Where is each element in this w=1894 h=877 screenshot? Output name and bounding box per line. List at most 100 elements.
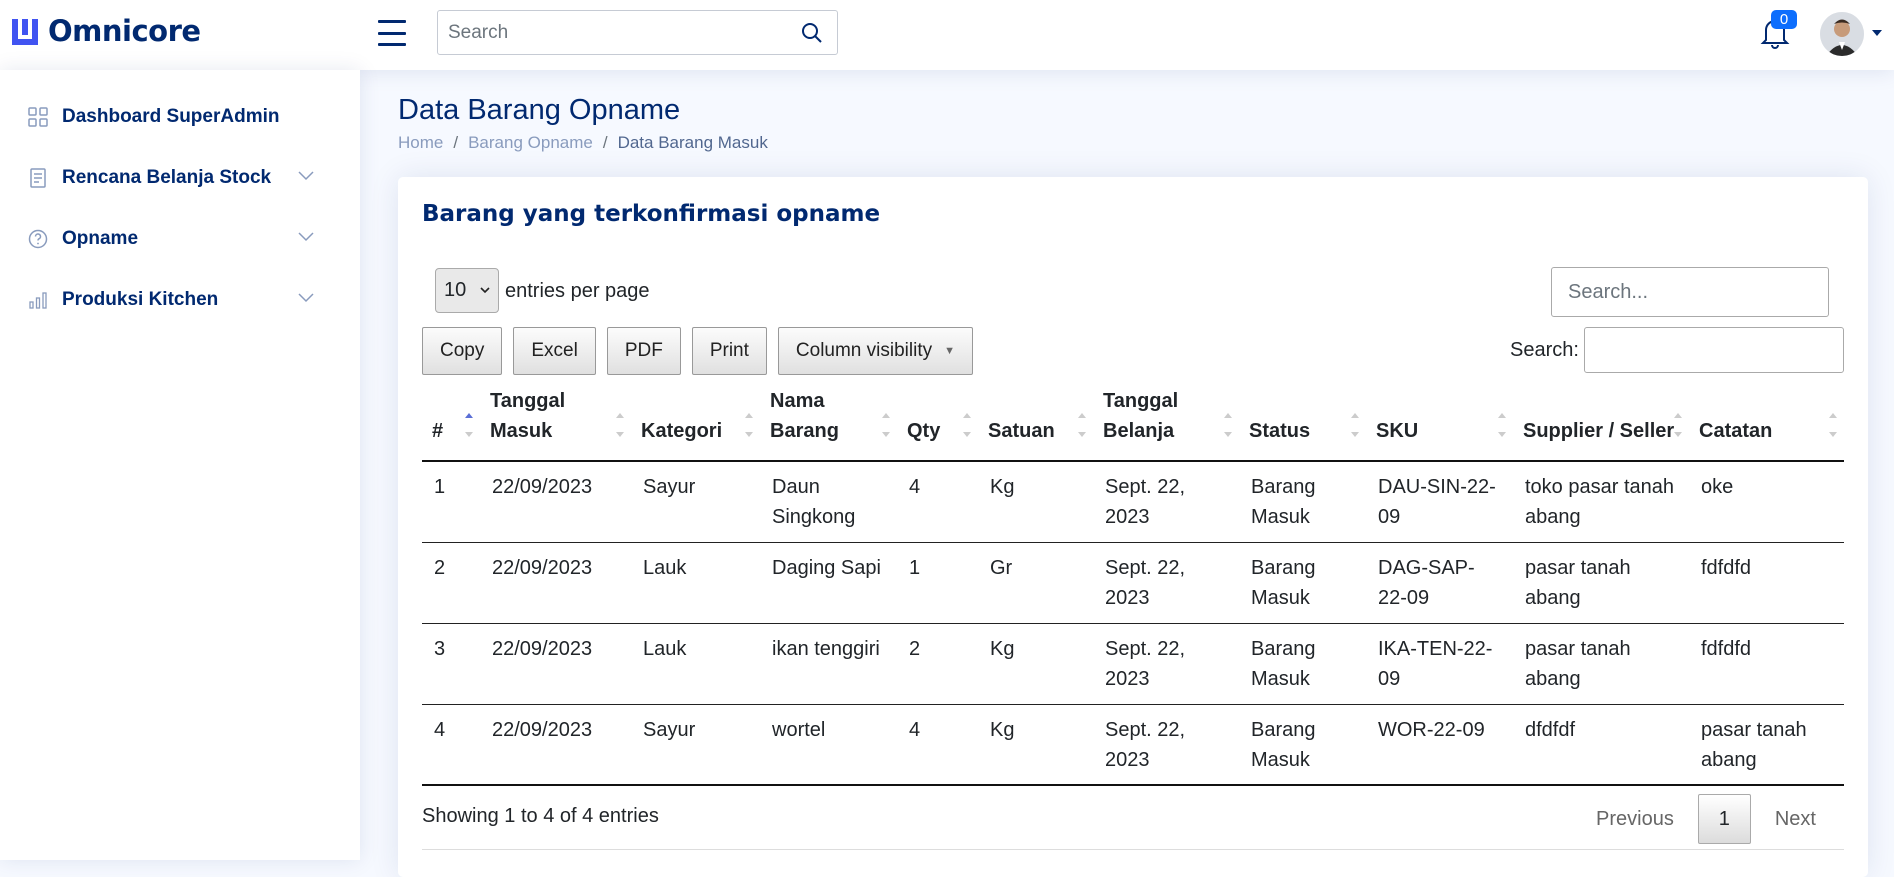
table-cell: 3	[422, 623, 480, 705]
table-cell: Lauk	[631, 623, 760, 705]
previous-page-button[interactable]: Previous	[1572, 808, 1698, 831]
sidebar-item-produksi-kitchen[interactable]: Produksi Kitchen	[0, 269, 360, 330]
column-header[interactable]: Status	[1239, 382, 1366, 462]
sidebar-item-opname[interactable]: Opname	[0, 208, 360, 269]
brand-name: Omnicore	[48, 14, 201, 48]
table-cell: Kg	[978, 461, 1093, 543]
column-header[interactable]: Tanggal Belanja	[1093, 382, 1239, 462]
excel-button-label: Excel	[531, 340, 578, 361]
header-search-input[interactable]	[438, 11, 778, 54]
table-cell: 2	[897, 623, 978, 705]
page-1-button[interactable]: 1	[1697, 794, 1751, 844]
table-cell: Barang Masuk	[1239, 542, 1366, 624]
column-header[interactable]: Tanggal Masuk	[480, 382, 631, 462]
sidebar-toggle-icon[interactable]	[378, 20, 406, 46]
profile-dropdown-caret-icon[interactable]	[1872, 30, 1882, 36]
sort-arrows-icon	[1224, 413, 1232, 437]
table-row: 2 22/09/2023 Lauk Daging Sapi 1 Gr Sept. 22, 2…	[422, 542, 1844, 624]
column-header[interactable]: #	[422, 382, 480, 462]
sidebar-item-label: Rencana Belanja Stock	[62, 166, 272, 188]
pdf-button-label: PDF	[624, 340, 663, 361]
chevron-down-icon[interactable]	[298, 232, 314, 242]
table-cell: 4	[897, 704, 978, 786]
table-cell: Barang Masuk	[1239, 623, 1366, 705]
next-page-button[interactable]: Next	[1751, 808, 1840, 831]
table-top-search-input[interactable]	[1552, 268, 1828, 316]
card-title: Barang yang terkonfirmasi opname	[422, 201, 881, 227]
table-cell: Daging Sapi	[760, 542, 897, 624]
sort-arrows-icon	[1498, 413, 1506, 437]
chevron-down-icon[interactable]	[298, 171, 314, 181]
table-cell: Daun Singkong	[760, 461, 897, 543]
table-cell: fdfdfd	[1689, 542, 1844, 624]
column-header-label: #	[432, 420, 444, 442]
table-cell: 22/09/2023	[480, 461, 631, 543]
table-search-label: Search:	[1510, 339, 1579, 361]
breadcrumb: Home / Barang Opname / Data Barang Masuk	[398, 133, 768, 153]
top-header: Omnicore 0	[0, 0, 1894, 70]
breadcrumb-separator: /	[602, 133, 608, 152]
column-visibility-button[interactable]: Column visibility ▼	[777, 327, 973, 375]
column-header-label: SKU	[1376, 420, 1419, 442]
table-cell: 4	[422, 704, 480, 786]
entries-per-page-select[interactable]: 10	[435, 268, 499, 313]
table-top-search	[1551, 267, 1829, 317]
brand-logo[interactable]: Omnicore	[10, 14, 201, 48]
avatar[interactable]	[1820, 12, 1864, 56]
table-cell: DAG-SAP-22-09	[1366, 542, 1513, 624]
breadcrumb-home[interactable]: Home	[398, 133, 443, 153]
table-cell: wortel	[760, 704, 897, 786]
logo-icon	[12, 19, 38, 45]
sort-arrows-icon	[465, 413, 473, 437]
sort-arrows-icon	[882, 413, 890, 437]
table-cell: Barang Masuk	[1239, 461, 1366, 543]
table-body: 1 22/09/2023 Sayur Daun Singkong 4 Kg Sept. 22…	[422, 461, 1844, 786]
column-header-label: Qty	[907, 420, 941, 442]
column-header[interactable]: Qty	[897, 382, 978, 462]
pdf-button[interactable]: PDF	[606, 327, 681, 375]
breadcrumb-barang-opname[interactable]: Barang Opname	[468, 133, 593, 153]
table-cell: 22/09/2023	[480, 542, 631, 624]
print-button[interactable]: Print	[691, 327, 767, 375]
table-cell: Kg	[978, 704, 1093, 786]
opname-table: # Tanggal Masuk Kategori Nama Barang Qty Satu…	[422, 382, 1844, 786]
table-cell: Sept. 22, 2023	[1093, 704, 1239, 786]
column-header[interactable]: Catatan	[1689, 382, 1844, 462]
breadcrumb-separator: /	[453, 133, 459, 152]
sidebar-item-dashboard[interactable]: Dashboard SuperAdmin	[0, 86, 360, 147]
column-header-label: Tanggal Belanja	[1103, 390, 1179, 442]
column-header-label: Catatan	[1699, 420, 1773, 442]
column-header[interactable]: Supplier / Seller	[1513, 382, 1689, 462]
divider	[422, 849, 1844, 850]
sort-arrows-icon	[1674, 413, 1682, 437]
sort-arrows-icon	[616, 413, 624, 437]
table-cell: 22/09/2023	[480, 623, 631, 705]
table-cell: WOR-22-09	[1366, 704, 1513, 786]
table-cell: 2	[422, 542, 480, 624]
table-cell: oke	[1689, 461, 1844, 543]
export-buttons: Copy Excel PDF Print Column visibility ▼	[422, 327, 984, 375]
print-button-label: Print	[709, 340, 749, 361]
copy-button[interactable]: Copy	[422, 327, 503, 375]
excel-button[interactable]: Excel	[513, 327, 596, 375]
table-search-input[interactable]	[1585, 328, 1843, 372]
sidebar-item-rencana-belanja[interactable]: Rencana Belanja Stock	[0, 147, 360, 208]
column-header[interactable]: SKU	[1366, 382, 1513, 462]
sort-arrows-icon	[1829, 413, 1837, 437]
column-header[interactable]: Nama Barang	[760, 382, 897, 462]
column-visibility-label: Column visibility	[795, 340, 933, 361]
column-header[interactable]: Satuan	[978, 382, 1093, 462]
table-cell: Kg	[978, 623, 1093, 705]
entries-per-page-value: 10	[444, 279, 467, 301]
sidebar-item-label: Dashboard SuperAdmin	[62, 105, 280, 127]
sort-arrows-icon	[963, 413, 971, 437]
search-icon[interactable]	[801, 22, 823, 44]
table-search	[1584, 327, 1844, 373]
table-row: 1 22/09/2023 Sayur Daun Singkong 4 Kg Sept. 22…	[422, 461, 1844, 543]
chevron-down-icon[interactable]	[298, 293, 314, 303]
column-header-label: Kategori	[641, 420, 723, 442]
column-header[interactable]: Kategori	[631, 382, 760, 462]
table-cell: 1	[897, 542, 978, 624]
table-info: Showing 1 to 4 of 4 entries	[422, 805, 659, 827]
data-card: Barang yang terkonfirmasi opname 10 entr…	[398, 177, 1868, 877]
